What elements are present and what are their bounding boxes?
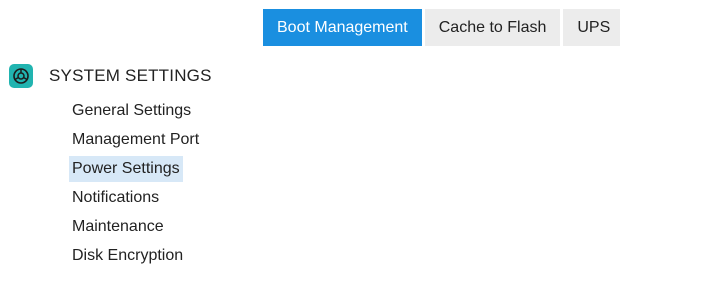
tab-ups[interactable]: UPS: [563, 9, 621, 46]
nav-item-general-settings[interactable]: General Settings: [72, 96, 212, 125]
nav-item-label: General Settings: [72, 102, 192, 119]
nav-item-label: Management Port: [72, 131, 200, 148]
section-title: SYSTEM SETTINGS: [49, 66, 212, 85]
system-settings-icon: [9, 64, 33, 88]
nav-item-label: Notifications: [72, 189, 160, 206]
nav-item-label: Disk Encryption: [72, 247, 184, 264]
nav-item-maintenance[interactable]: Maintenance: [72, 212, 212, 241]
nav-item-management-port[interactable]: Management Port: [72, 125, 212, 154]
section-header[interactable]: SYSTEM SETTINGS: [9, 62, 212, 90]
nav-item-label: Maintenance: [72, 218, 164, 235]
nav-item-label: Power Settings: [69, 156, 183, 182]
settings-nav-list: General Settings Management Port Power S…: [69, 96, 212, 270]
tab-cache-to-flash[interactable]: Cache to Flash: [424, 9, 561, 46]
tab-boot-management[interactable]: Boot Management: [263, 9, 422, 46]
system-settings-section: SYSTEM SETTINGS General Settings Managem…: [9, 62, 212, 270]
nav-item-disk-encryption[interactable]: Disk Encryption: [72, 241, 212, 270]
nav-item-notifications[interactable]: Notifications: [72, 183, 212, 212]
nav-item-power-settings[interactable]: Power Settings: [69, 154, 212, 183]
tab-bar: Boot Management Cache to Flash UPS: [263, 9, 621, 46]
